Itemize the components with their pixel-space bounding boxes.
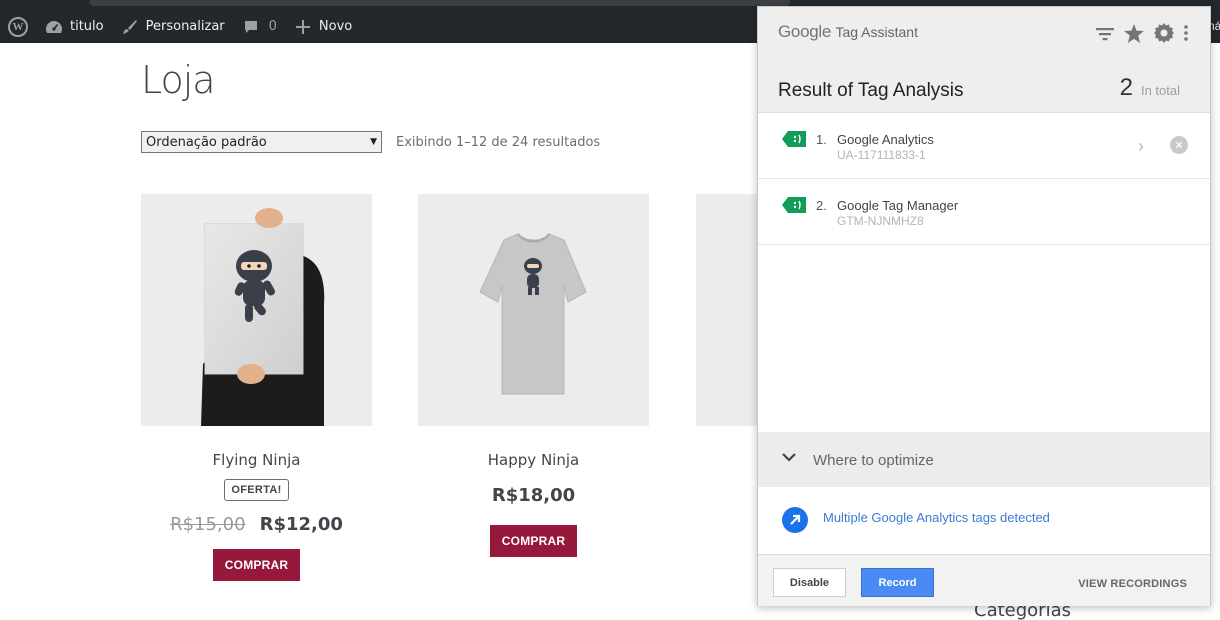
old-price: R$15,00 bbox=[170, 514, 246, 535]
product-card: Happy Ninja R$18,00 COMPRAR bbox=[418, 194, 649, 557]
tag-icon bbox=[782, 131, 806, 147]
comments-menu[interactable]: 0 bbox=[233, 10, 285, 43]
where-to-optimize-toggle[interactable]: Where to optimize bbox=[758, 432, 1210, 487]
product-name: Tag Assistant bbox=[835, 24, 918, 40]
sort-dropdown[interactable]: Ordenação padrão ▼ bbox=[141, 131, 382, 153]
plus-icon bbox=[293, 17, 313, 37]
product-card bbox=[696, 194, 766, 426]
wordpress-menu[interactable]: W bbox=[0, 10, 36, 43]
product-name[interactable]: Happy Ninja bbox=[418, 451, 649, 469]
site-name-label: titulo bbox=[70, 19, 104, 34]
optimization-suggestion[interactable]: Multiple Google Analytics tags detected bbox=[758, 487, 1210, 553]
sale-badge: OFERTA! bbox=[224, 479, 289, 501]
brush-icon bbox=[120, 17, 140, 37]
chevron-down-icon bbox=[782, 449, 796, 465]
settings-icon[interactable] bbox=[1154, 23, 1174, 48]
comment-icon bbox=[241, 17, 261, 37]
close-circle-icon[interactable]: × bbox=[1170, 136, 1188, 154]
view-recordings-link[interactable]: VIEW RECORDINGS bbox=[1078, 578, 1187, 590]
tag-row-google-analytics[interactable]: 1. Google Analytics UA-117111833-1 › × bbox=[758, 113, 1210, 179]
filter-icon[interactable] bbox=[1096, 25, 1114, 46]
new-content-menu[interactable]: Novo bbox=[285, 10, 360, 43]
tag-assistant-header: Google Tag Assistant Result of Tag Analy… bbox=[758, 7, 1210, 113]
tag-icon bbox=[782, 197, 806, 213]
page-title: Loja bbox=[141, 58, 216, 102]
optimize-label: Where to optimize bbox=[813, 452, 934, 469]
site-name-menu[interactable]: titulo bbox=[36, 10, 112, 43]
tag-name: Google Analytics bbox=[837, 132, 934, 147]
customize-label: Personalizar bbox=[145, 19, 225, 34]
record-button[interactable]: Record bbox=[861, 568, 934, 597]
tag-assistant-brand: Google Tag Assistant bbox=[778, 22, 918, 42]
current-price: R$12,00 bbox=[259, 514, 343, 535]
product-image[interactable] bbox=[696, 194, 766, 426]
google-wordmark: Google bbox=[778, 22, 832, 41]
buy-button[interactable]: COMPRAR bbox=[489, 525, 578, 557]
wordpress-logo-icon[interactable]: W bbox=[8, 16, 28, 37]
customize-menu[interactable]: Personalizar bbox=[112, 10, 233, 43]
product-card: Flying Ninja OFERTA! R$15,00 R$12,00 COMP… bbox=[141, 194, 372, 581]
analysis-title: Result of Tag Analysis bbox=[778, 80, 964, 101]
tag-id: GTM-NJNMHZ8 bbox=[837, 214, 924, 228]
disable-button[interactable]: Disable bbox=[773, 568, 846, 597]
tag-assistant-footer: Disable Record VIEW RECORDINGS bbox=[758, 554, 1210, 606]
result-count: Exibindo 1–12 de 24 resultados bbox=[396, 135, 601, 150]
chevron-right-icon[interactable]: › bbox=[1138, 136, 1144, 157]
product-image-flying-ninja[interactable] bbox=[141, 194, 372, 426]
buy-button[interactable]: COMPRAR bbox=[212, 549, 301, 581]
comments-count: 0 bbox=[268, 19, 277, 34]
tag-index: 1. bbox=[816, 132, 827, 147]
arrow-up-right-icon bbox=[782, 507, 808, 533]
current-price: R$18,00 bbox=[491, 485, 576, 506]
suggestion-link[interactable]: Multiple Google Analytics tags detected bbox=[823, 510, 1050, 525]
product-name[interactable]: Flying Ninja bbox=[141, 451, 372, 469]
tag-assistant-popup: Google Tag Assistant Result of Tag Analy… bbox=[757, 6, 1211, 606]
total-label: In total bbox=[1140, 83, 1180, 98]
tag-id: UA-117111833-1 bbox=[837, 148, 926, 162]
product-price: R$15,00 R$12,00 bbox=[141, 514, 372, 535]
new-label: Novo bbox=[318, 19, 353, 34]
dropdown-arrow-icon: ▼ bbox=[370, 137, 377, 147]
browser-scroll-strip bbox=[90, 0, 790, 6]
tag-row-google-tag-manager[interactable]: 2. Google Tag Manager GTM-NJNMHZ8 bbox=[758, 179, 1210, 245]
total-count: 2 In total bbox=[1120, 74, 1180, 102]
tag-name: Google Tag Manager bbox=[837, 198, 959, 213]
total-number: 2 bbox=[1119, 74, 1133, 101]
tag-index: 2. bbox=[816, 198, 827, 213]
star-icon[interactable] bbox=[1124, 23, 1144, 48]
more-vert-icon[interactable] bbox=[1184, 25, 1188, 46]
sort-selected-value: Ordenação padrão bbox=[146, 134, 267, 150]
header-actions bbox=[1096, 23, 1188, 48]
product-price: R$18,00 bbox=[418, 485, 649, 506]
dashboard-icon bbox=[44, 17, 64, 37]
product-image-happy-ninja[interactable] bbox=[418, 194, 649, 426]
